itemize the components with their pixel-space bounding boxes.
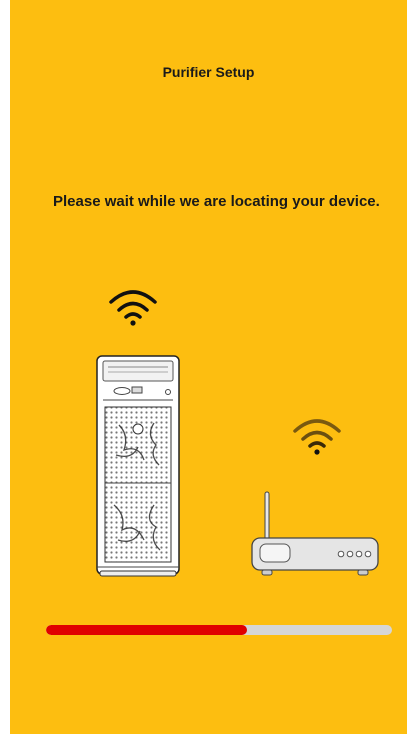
progress-bar (46, 625, 392, 635)
purifier-wifi-icon (109, 290, 157, 326)
air-purifier-icon (96, 355, 180, 577)
progress-bar-fill (46, 625, 247, 635)
setup-screen: Purifier Setup Please wait while we are … (10, 0, 407, 734)
wifi-router-icon (251, 491, 379, 576)
router-wifi-icon (293, 419, 341, 455)
status-message: Please wait while we are locating your d… (53, 193, 380, 210)
page-title: Purifier Setup (162, 64, 255, 80)
